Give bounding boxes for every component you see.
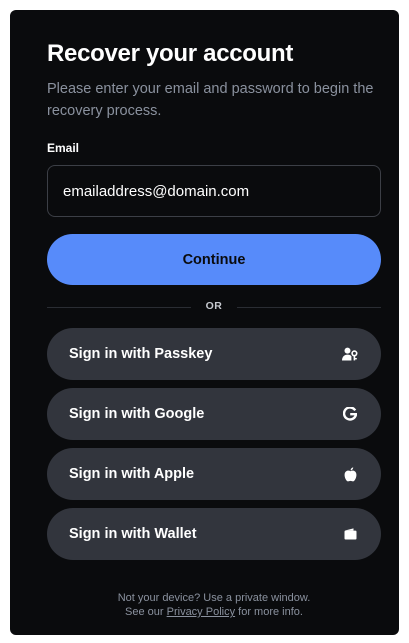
footer-line-2: See our Privacy Policy for more info. [47, 605, 381, 619]
footer-line-1: Not your device? Use a private window. [117, 592, 311, 604]
sign-in-apple-label: Sign in with Apple [69, 466, 195, 482]
passkey-icon [341, 345, 359, 363]
wallet-icon [341, 525, 359, 543]
footer-prefix: See our [125, 606, 164, 618]
email-input[interactable] [47, 165, 381, 217]
recovery-card: Recover your account Please enter your e… [10, 10, 399, 635]
privacy-policy-link[interactable]: Privacy Policy [167, 606, 235, 618]
footer-note: Not your device? Use a private window. S… [47, 591, 381, 619]
footer-suffix: for more info. [238, 606, 303, 618]
sign-in-passkey-label: Sign in with Passkey [69, 346, 213, 362]
divider-line-right [237, 307, 381, 308]
email-label: Email [47, 141, 80, 155]
sign-in-wallet-button[interactable]: Sign in with Wallet [47, 508, 381, 560]
page-title: Recover your account [47, 40, 294, 67]
apple-icon [341, 465, 359, 483]
sign-in-apple-button[interactable]: Sign in with Apple [47, 448, 381, 500]
continue-button[interactable]: Continue [47, 234, 381, 285]
page-subtitle: Please enter your email and password to … [47, 81, 374, 119]
divider-label: OR [205, 300, 223, 312]
sign-in-passkey-button[interactable]: Sign in with Passkey [47, 328, 381, 380]
sign-in-google-label: Sign in with Google [69, 406, 205, 422]
sign-in-google-button[interactable]: Sign in with Google [47, 388, 381, 440]
google-icon [341, 405, 359, 423]
or-divider: OR [47, 299, 381, 315]
sign-in-wallet-label: Sign in with Wallet [69, 526, 197, 542]
